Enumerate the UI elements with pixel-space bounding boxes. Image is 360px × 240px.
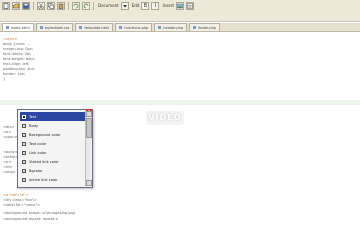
tab-document[interactable]: stylesheet.css [35, 23, 74, 31]
attribute-icon [22, 150, 26, 155]
attribute-icon [22, 168, 26, 173]
paste-icon[interactable] [57, 1, 65, 10]
attribute-icon [22, 123, 26, 128]
code-line: <label for="name"> [3, 203, 41, 207]
file-icon [79, 26, 83, 29]
code-line: <background-repeat: repeat-x [3, 217, 58, 221]
toolbar: Document Edit B I Insert [0, 0, 360, 22]
code-line: <img> [3, 170, 16, 174]
code-hint-item[interactable]: Bgcolor [20, 166, 86, 175]
menu-insert[interactable]: Insert [162, 3, 173, 8]
code-line: <span> [3, 135, 18, 139]
tab-document[interactable]: functions.php [115, 23, 153, 31]
scroll-up-icon[interactable] [86, 111, 92, 117]
code-line: } [3, 77, 6, 81]
attribute-icon [22, 177, 26, 182]
code-line: <background-image: url(images/bg.jpg) [3, 211, 76, 215]
scroll-down-icon[interactable] [86, 180, 92, 186]
popup-scrollbar[interactable] [85, 111, 92, 186]
toolbar-row: Document Edit B I Insert [0, 0, 194, 11]
code-hint-popup: × Text Body Background color Text color … [17, 109, 93, 188]
document-tabs: index.html stylesheet.css template.html … [0, 23, 360, 32]
new-icon[interactable] [2, 1, 10, 10]
file-icon [158, 26, 162, 29]
current-line-highlight [0, 100, 360, 105]
file-icon [119, 26, 123, 29]
attribute-icon [22, 132, 26, 137]
code-hint-item[interactable]: Visited link color [20, 157, 86, 166]
tab-document[interactable]: header.php [154, 23, 188, 31]
code-hint-item[interactable]: Background color [20, 130, 86, 139]
watermark: VIDEO [146, 111, 184, 125]
attribute-icon [22, 141, 26, 146]
scrollbar-thumb[interactable] [86, 118, 92, 138]
file-icon [39, 26, 43, 29]
italic-icon[interactable]: I [151, 1, 160, 10]
dropdown-icon[interactable] [120, 1, 129, 10]
code-hint-item[interactable]: Link color [20, 148, 86, 157]
open-icon[interactable] [12, 1, 20, 10]
redo-icon[interactable] [82, 1, 90, 10]
file-icon [6, 26, 9, 29]
table-icon[interactable] [185, 1, 194, 10]
code-hint-item[interactable]: Body [20, 121, 86, 130]
undo-icon[interactable] [72, 1, 80, 10]
cut-icon[interactable] [37, 1, 45, 10]
bold-icon[interactable]: B [141, 1, 150, 10]
tab-document[interactable]: index.html [2, 23, 34, 31]
save-icon[interactable] [22, 1, 30, 10]
attribute-icon [22, 159, 26, 164]
toolbar-separator [33, 1, 34, 10]
attribute-icon [22, 114, 26, 119]
code-line: border: 1px; [3, 72, 26, 76]
code-hint-item[interactable]: Active link color [20, 175, 86, 184]
tab-document[interactable]: footer.php [189, 23, 221, 31]
image-icon[interactable] [175, 1, 184, 10]
tab-document[interactable]: template.html [75, 23, 114, 31]
toolbar-separator [93, 1, 94, 10]
code-hint-item[interactable]: Text color [20, 139, 86, 148]
code-hint-list: Text Body Background color Text color Li… [20, 112, 86, 184]
toolbar-separator [68, 1, 69, 10]
menu-document[interactable]: Document [98, 3, 119, 8]
code-hint-item[interactable]: Text [20, 112, 86, 121]
menu-edit[interactable]: Edit [132, 3, 140, 8]
copy-icon[interactable] [47, 1, 55, 10]
file-icon [193, 26, 197, 29]
